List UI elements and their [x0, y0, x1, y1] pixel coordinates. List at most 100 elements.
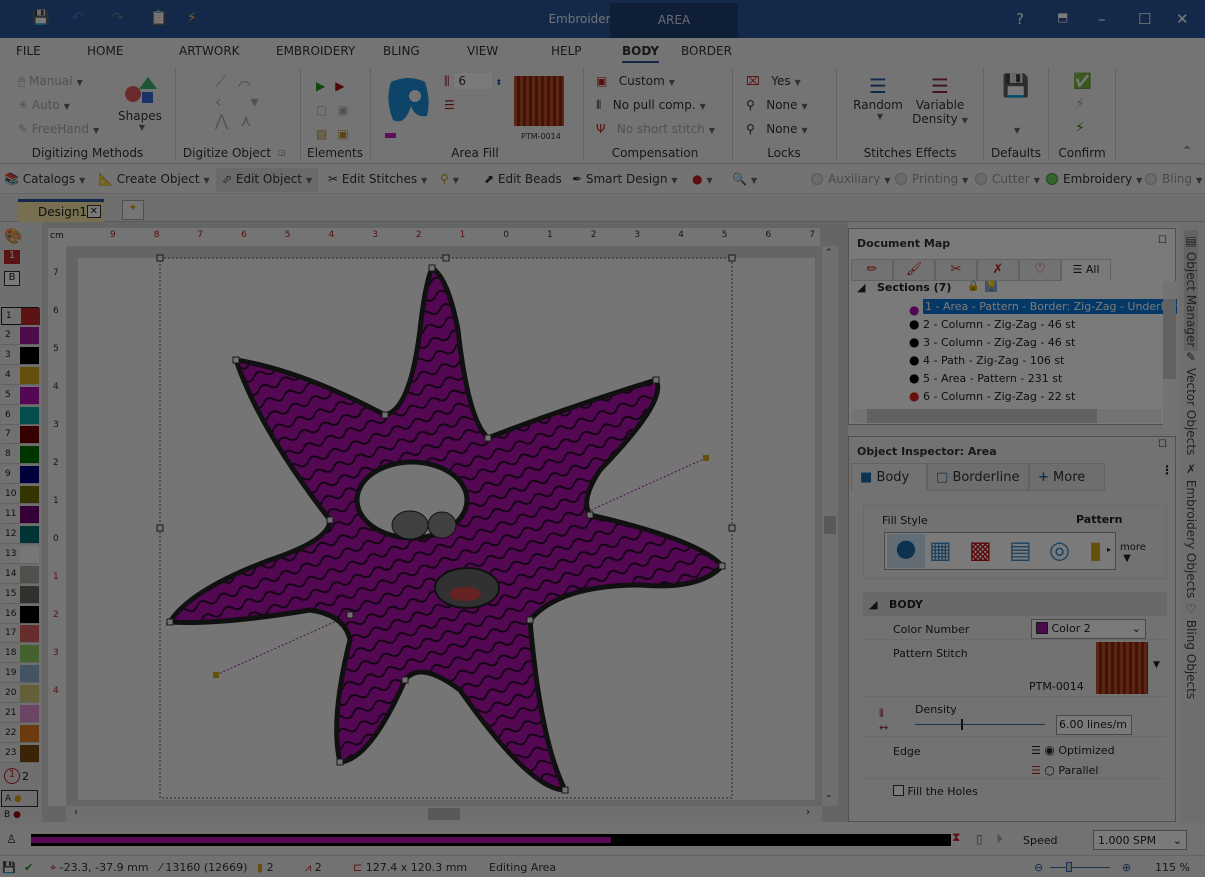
embroidery-label: Embroidery: [1063, 172, 1133, 186]
gallery-next-icon[interactable]: ▸: [1107, 545, 1111, 554]
fill-style-cross-icon[interactable]: ▩: [969, 536, 992, 564]
design-size: ⊏ 127.4 x 120.3 mm: [353, 861, 468, 874]
defaults-button[interactable]: 💾: [1002, 74, 1029, 99]
density-slider-thumb[interactable]: [960, 719, 963, 730]
help-icon[interactable]: ?: [1016, 10, 1024, 28]
zoom-slider[interactable]: [1050, 862, 1110, 872]
sections-node[interactable]: ◢ Sections (7): [857, 281, 951, 294]
tab-body[interactable]: ■ Body: [851, 463, 927, 491]
end-handle[interactable]: [703, 455, 709, 461]
fill-style-tatami-icon[interactable]: ▦: [929, 536, 952, 564]
progress-end-handle[interactable]: ⧗: [952, 830, 960, 845]
fill-holes-checkbox[interactable]: Fill the Holes: [893, 785, 978, 798]
side-panel-tabs: ▤ Object Manager ✎ Vector Objects ✗ Embr…: [1180, 222, 1205, 822]
confirm-check-icon[interactable]: ✅: [1073, 72, 1092, 90]
document-map-title: Document Map: [857, 237, 951, 250]
vector-objects-label: Vector Objects: [1184, 367, 1198, 456]
tab-more[interactable]: + More: [1029, 463, 1105, 491]
fill-style-pattern-icon[interactable]: ●: [887, 534, 925, 568]
fill-style-gallery[interactable]: ● ▦ ▩ ▤ ◎ ▮ ▸: [884, 532, 1116, 570]
speed-select[interactable]: 1.000 SPM ⌄: [1093, 830, 1187, 850]
tab-needle-icon[interactable]: ✗: [977, 259, 1019, 281]
printing-label: Printing: [912, 172, 959, 186]
cutter-toggle[interactable]: Cutter ▼: [975, 172, 1040, 186]
section-item[interactable]: ● 2 - Column - Zig-Zag - 46 st: [909, 317, 1075, 331]
tab-all[interactable]: ☰ All: [1061, 259, 1111, 281]
bling-toggle[interactable]: Bling ▼: [1145, 172, 1202, 186]
defaults-dropdown-icon[interactable]: ▼: [1014, 126, 1020, 135]
section-item[interactable]: ● 4 - Path - Zig-Zag - 106 st: [909, 353, 1064, 367]
play-icon[interactable]: ⏵: [996, 831, 1003, 847]
edge-parallel-label: Parallel: [1058, 764, 1099, 777]
more-button[interactable]: more ▼: [1120, 542, 1146, 564]
scroll-down-icon[interactable]: ⌄: [825, 790, 833, 800]
left-eye[interactable]: [391, 510, 429, 540]
vertical-scrollbar[interactable]: ⌃ ⌄: [822, 246, 838, 806]
variable-density-button[interactable]: ☰ Variable Density ▼: [912, 74, 968, 126]
minimize-icon[interactable]: –: [1098, 10, 1106, 28]
tab-borderline[interactable]: □ Borderline: [927, 463, 1029, 491]
side-tab-bling-objects[interactable]: ♡ Bling Objects: [1184, 602, 1198, 699]
zoom-out-icon[interactable]: ⊖: [1034, 861, 1043, 874]
document-map-panel: Document Map ☐ ✏ 🖌 ✂ ✗ ♡ ☰ All ◢ Section…: [848, 228, 1177, 433]
maximize-icon[interactable]: ☐: [1138, 10, 1151, 28]
edge-optimized-radio[interactable]: ☰ ◉ Optimized: [1031, 743, 1115, 757]
document-map-vscroll[interactable]: [1163, 281, 1176, 433]
tongue[interactable]: [449, 587, 481, 601]
fill-style-satin-icon[interactable]: ▮: [1089, 536, 1102, 564]
density-input[interactable]: 6.00 lines/m: [1056, 715, 1132, 735]
step-icon[interactable]: ▯: [976, 832, 983, 846]
collapse-ribbon-icon[interactable]: ⌃: [1182, 144, 1192, 158]
tab-scissors-icon[interactable]: ✂: [935, 259, 977, 281]
ribbon-display-icon[interactable]: ⬒: [1057, 10, 1068, 24]
horizontal-scroll-thumb[interactable]: [428, 808, 460, 820]
section-item[interactable]: ● 1 - Area - Pattern - Border: Zig-Zag -…: [909, 299, 1177, 317]
zoom-in-icon[interactable]: ⊕: [1122, 861, 1131, 874]
scroll-left-icon[interactable]: ‹: [74, 807, 78, 818]
section-item[interactable]: ● 3 - Column - Zig-Zag - 46 st: [909, 335, 1075, 349]
stitch-progress-bar[interactable]: [31, 834, 951, 846]
right-eye[interactable]: [427, 511, 457, 539]
edge-parallel-radio[interactable]: ☰ ○ Parallel: [1031, 763, 1098, 777]
design-drawing[interactable]: [0, 0, 848, 822]
stitch-player-icon: ♙: [6, 832, 17, 846]
body-section-header[interactable]: ◢ BODY: [863, 592, 1167, 616]
pattern-stitch-swatch[interactable]: [1096, 642, 1148, 694]
status-bar: 💾 ✔ ⌖ -23.3, -37.9 mm ⁄ 13160 (12669) ▮ …: [0, 855, 1205, 877]
panel-maximize-icon[interactable]: ☐: [1158, 235, 1167, 246]
tab-borderline-label: Borderline: [952, 470, 1020, 485]
tab-bling-icon[interactable]: ♡: [1019, 259, 1061, 281]
color-number-select[interactable]: Color 2 ⌄: [1031, 619, 1146, 639]
printing-toggle[interactable]: Printing ▼: [895, 172, 968, 186]
scroll-up-icon[interactable]: ⌃: [825, 248, 833, 258]
section-item[interactable]: ● 5 - Area - Pattern - 231 st: [909, 371, 1062, 385]
fill-style-motif-icon[interactable]: ▤: [1009, 536, 1032, 564]
document-map-hscroll[interactable]: [851, 409, 1161, 423]
tab-pencil-icon[interactable]: ✏: [851, 259, 893, 281]
pattern-dropdown-icon[interactable]: ▼: [1153, 660, 1160, 670]
fill-style-contour-icon[interactable]: ◎: [1049, 536, 1070, 564]
bling-objects-label: Bling Objects: [1184, 619, 1198, 700]
close-icon[interactable]: ✕: [1176, 10, 1189, 28]
scroll-right-icon[interactable]: ›: [806, 807, 810, 818]
embroidery-toggle[interactable]: Embroidery ▼: [1046, 172, 1142, 186]
random-button[interactable]: ☰ Random ▼: [852, 74, 904, 121]
tab-brush-icon[interactable]: 🖌: [893, 259, 935, 281]
side-tab-embroidery-objects[interactable]: ✗ Embroidery Objects: [1184, 462, 1198, 598]
panel-maximize-icon[interactable]: ☐: [1158, 439, 1167, 450]
lock-icon[interactable]: 🔒: [967, 281, 979, 292]
start-handle[interactable]: [213, 672, 219, 678]
side-tab-vector-objects[interactable]: ✎ Vector Objects: [1184, 350, 1198, 455]
confirm-disabled-icon: ⚡: [1075, 96, 1085, 112]
side-tab-object-manager[interactable]: ▤ Object Manager: [1184, 230, 1198, 352]
visibility-bulb-icon[interactable]: 💡: [985, 281, 998, 292]
horizontal-scrollbar[interactable]: ‹ ›: [66, 806, 822, 822]
vertical-scroll-thumb[interactable]: [824, 516, 836, 534]
zoom-slider-thumb[interactable]: [1066, 862, 1072, 872]
confirm-lightning-icon[interactable]: ⚡: [1075, 120, 1085, 136]
options-menu-icon[interactable]: ⋮: [1161, 463, 1173, 477]
section-item[interactable]: ● 6 - Column - Zig-Zag - 22 st: [909, 389, 1075, 403]
group-defaults: Defaults: [990, 146, 1042, 160]
density-slider[interactable]: [915, 719, 1045, 730]
density-icon: ⦀ ↔: [879, 707, 889, 734]
